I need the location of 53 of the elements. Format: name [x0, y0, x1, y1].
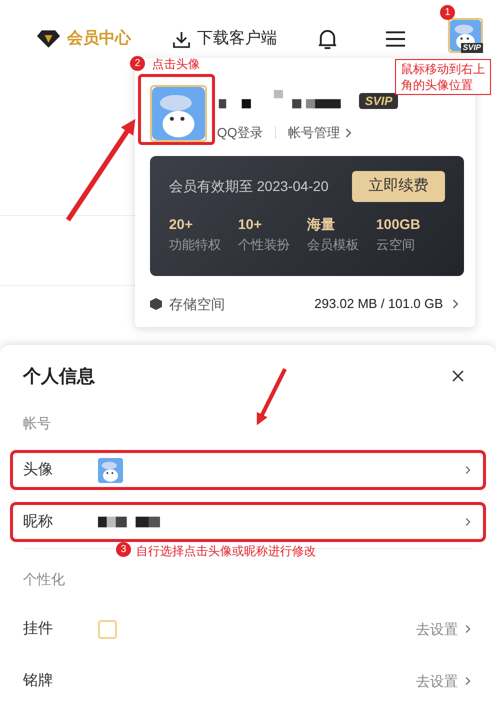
cartoon-avatar-picture [450, 20, 481, 50]
user-avatar-button[interactable]: SVIP [448, 18, 483, 52]
step-number-badge: 1 [440, 5, 455, 20]
row-label: 昵称 [23, 512, 54, 532]
diamond-icon [37, 30, 60, 48]
sheet-title: 个人信息 [23, 364, 95, 388]
step-number-badge: 2 [130, 56, 145, 71]
membership-expiry-text: 会员有效期至 2023-04-20 [169, 176, 329, 196]
perk-value: 100GB [376, 214, 422, 232]
pixelated-name-drawing [98, 516, 160, 528]
menu-icon[interactable] [385, 30, 406, 48]
row-action-text: 去设置 [416, 672, 458, 690]
chevron-right-icon [464, 623, 471, 635]
account-manage-link[interactable]: 帐号管理 [288, 123, 352, 142]
perk-value: 20+ [169, 214, 194, 232]
row-action-text: 去设置 [416, 620, 458, 638]
chevron-right-icon [464, 516, 471, 528]
storage-row[interactable]: 存储空间 293.02 MB / 101.0 GB [150, 294, 467, 314]
section-heading: 帐号 [23, 414, 52, 433]
settings-row[interactable]: 挂件 去设置 [10, 609, 486, 649]
download-client-link[interactable]: 下载客户端 [173, 27, 277, 51]
row-label: 头像 [23, 460, 54, 480]
svip-badge: SVIP [359, 93, 398, 109]
chevron-right-icon [464, 464, 471, 476]
row-label: 铭牌 [23, 670, 54, 691]
close-icon[interactable] [452, 370, 464, 382]
perk-label: 会员模板 [307, 236, 360, 254]
perk-label: 云空间 [376, 236, 416, 254]
perk-value: 海量 [307, 214, 336, 232]
cartoon-avatar-picture [98, 458, 123, 482]
storage-value: 293.02 MB / 101.0 GB [314, 295, 443, 314]
chevron-right-icon [464, 675, 471, 687]
perk-label: 个性装扮 [238, 236, 291, 254]
bell-icon[interactable] [317, 28, 338, 50]
perk-label: 功能特权 [169, 236, 222, 254]
settings-row[interactable]: 昵称 [10, 502, 486, 542]
annotation-note: 自行选择点击头像或昵称进行修改 [135, 542, 317, 560]
empty-pendant-frame [98, 620, 117, 638]
storage-label: 存储空间 [169, 294, 225, 314]
row-label: 挂件 [23, 618, 54, 639]
perk-value: 10+ [238, 214, 263, 232]
settings-row[interactable]: 头像 [10, 450, 486, 490]
download-icon [173, 30, 190, 48]
annotation-note: 点击头像 [152, 56, 200, 73]
annotation-note: 鼠标移动到右上角的头像位置 [395, 59, 491, 95]
login-type-label: QQ登录 [217, 124, 264, 142]
settings-row[interactable]: 铭牌 去设置 [10, 661, 486, 701]
renew-button[interactable]: 立即续费 [352, 170, 445, 202]
section-heading: 个性化 [23, 570, 66, 589]
cartoon-avatar-picture [152, 87, 205, 140]
chevron-right-icon [344, 126, 352, 139]
chevron-right-icon [451, 298, 459, 310]
cube-icon [150, 298, 162, 310]
